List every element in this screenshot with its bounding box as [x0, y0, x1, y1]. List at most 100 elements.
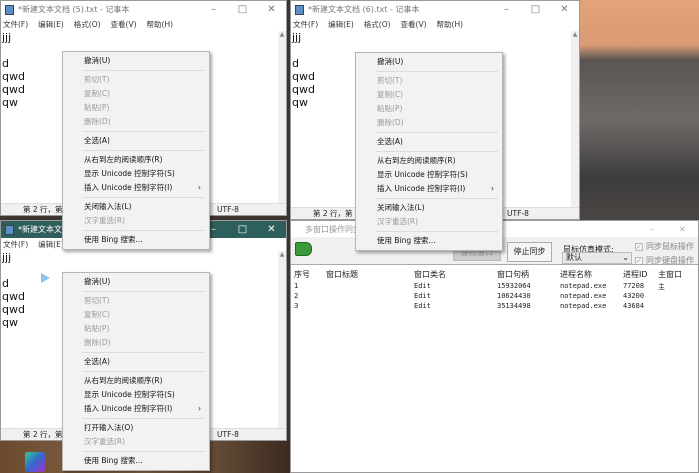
menu-help[interactable]: 帮助(H)	[147, 19, 174, 30]
menu-separator	[82, 352, 205, 353]
menu-item[interactable]: 从右到左的阅读顺序(R)	[63, 374, 209, 388]
menu-item[interactable]: 显示 Unicode 控制字符(S)	[63, 167, 209, 181]
menu-item[interactable]: 从右到左的阅读顺序(R)	[63, 153, 209, 167]
menu-item-label: 显示 Unicode 控制字符(S)	[84, 169, 175, 178]
menu-separator	[82, 150, 205, 151]
menu-item[interactable]: 剪切(T)	[63, 294, 209, 308]
mode-select[interactable]: 默认 ⌄	[562, 252, 632, 264]
menu-item[interactable]: 复制(C)	[63, 308, 209, 322]
menu-item[interactable]: 汉字重选(R)	[63, 435, 209, 449]
menu-item-label: 删除(D)	[84, 117, 111, 126]
menu-item-label: 复制(C)	[84, 310, 111, 319]
menu-item[interactable]: 全选(A)	[63, 134, 209, 148]
menu-item-label: 粘贴(P)	[84, 324, 110, 333]
menu-edit[interactable]: 编辑(E)	[328, 19, 354, 30]
menu-item[interactable]: 汉字重选(R)	[63, 214, 209, 228]
menu-item[interactable]: 插入 Unicode 控制字符(I) ›	[63, 181, 209, 195]
minimize-icon[interactable]: –	[199, 4, 228, 15]
table-cell: Edit	[414, 292, 431, 300]
stop-sync-button[interactable]: 停止同步	[507, 242, 552, 262]
menu-view[interactable]: 查看(V)	[401, 19, 427, 30]
title-bar[interactable]: *新建文本文档 (6).txt - 记事本 – □ ✕	[291, 1, 579, 18]
encoding: UTF-8	[507, 209, 529, 218]
window-title: *新建文本文档 (6).txt - 记事本	[308, 5, 420, 14]
table-row[interactable]: 2 Edit 10624430 notepad.exe 43200	[291, 292, 698, 302]
minimize-icon[interactable]: –	[492, 4, 521, 15]
menu-item[interactable]: 删除(D)	[63, 336, 209, 350]
menu-item[interactable]: 打开输入法(O)	[63, 421, 209, 435]
column-header[interactable]: 窗口句柄	[497, 269, 529, 280]
menu-item[interactable]: 撤消(U)	[356, 55, 502, 69]
menu-item[interactable]: 显示 Unicode 控制字符(S)	[356, 168, 502, 182]
menu-item[interactable]: 使用 Bing 搜索...	[63, 454, 209, 468]
column-header[interactable]: 主窗口	[658, 269, 682, 280]
menu-item[interactable]: 粘贴(P)	[63, 322, 209, 336]
vertical-scrollbar[interactable]: ▲	[278, 31, 286, 203]
menu-item-label: 插入 Unicode 控制字符(I)	[84, 183, 173, 192]
table-row[interactable]: 1 Edit 15932064 notepad.exe 77208 主	[291, 282, 698, 292]
menu-item[interactable]: 从右到左的阅读顺序(R)	[356, 154, 502, 168]
menu-item[interactable]: 粘贴(P)	[63, 101, 209, 115]
menu-item[interactable]: 汉字重选(R)	[356, 215, 502, 229]
menu-item[interactable]: 删除(D)	[356, 116, 502, 130]
menu-item[interactable]: 复制(C)	[356, 88, 502, 102]
column-header[interactable]: 序号	[294, 269, 310, 280]
maximize-icon[interactable]: □	[228, 4, 257, 15]
desktop-app-icon[interactable]	[25, 452, 45, 472]
window-title: *新建文本文档 (5).txt - 记事本	[18, 5, 130, 14]
menu-item[interactable]: 删除(D)	[63, 115, 209, 129]
menu-item[interactable]: 插入 Unicode 控制字符(I) ›	[356, 182, 502, 196]
close-icon[interactable]: ✕	[550, 4, 579, 15]
menu-item[interactable]: 插入 Unicode 控制字符(I) ›	[63, 402, 209, 416]
close-icon[interactable]: ✕	[257, 224, 286, 235]
menu-item-label: 汉字重选(R)	[377, 217, 419, 226]
menu-item[interactable]: 全选(A)	[63, 355, 209, 369]
menu-view[interactable]: 查看(V)	[111, 19, 137, 30]
menu-separator	[82, 70, 205, 71]
title-bar[interactable]: *新建文本文档 (5).txt - 记事本 –□✕	[1, 1, 286, 18]
menu-item[interactable]: 剪切(T)	[356, 74, 502, 88]
column-header[interactable]: 窗口标题	[326, 269, 358, 280]
column-header[interactable]: 进程名称	[560, 269, 592, 280]
menu-format[interactable]: 格式(O)	[364, 19, 391, 30]
menu-format[interactable]: 格式(O)	[74, 19, 101, 30]
menu-item-label: 全选(A)	[84, 357, 110, 366]
menu-item[interactable]: 剪切(T)	[63, 73, 209, 87]
menu-item[interactable]: 撤消(U)	[63, 275, 209, 289]
menu-item-label: 撤消(U)	[84, 56, 111, 65]
vertical-scrollbar[interactable]: ▲	[571, 31, 579, 207]
close-icon[interactable]: ✕	[257, 4, 286, 15]
menu-item[interactable]: 复制(C)	[63, 87, 209, 101]
maximize-icon[interactable]: □	[521, 4, 550, 15]
menu-item[interactable]: 使用 Bing 搜索...	[356, 234, 502, 248]
menu-item[interactable]: 关闭输入法(L)	[63, 200, 209, 214]
menu-file[interactable]: 文件(F)	[3, 239, 28, 250]
column-header[interactable]: 窗口类名	[414, 269, 446, 280]
tag-icon[interactable]	[295, 242, 312, 256]
menu-item[interactable]: 显示 Unicode 控制字符(S)	[63, 388, 209, 402]
menu-separator	[82, 291, 205, 292]
table-row[interactable]: 3 Edit 35134498 notepad.exe 43684	[291, 302, 698, 312]
menu-edit[interactable]: 编辑(E)	[38, 239, 64, 250]
menu-item[interactable]: 使用 Bing 搜索...	[63, 233, 209, 247]
menu-item[interactable]: 粘贴(P)	[356, 102, 502, 116]
sync-mouse-checkbox[interactable]: ✓ 同步鼠标操作	[635, 241, 694, 252]
menu-help[interactable]: 帮助(H)	[437, 19, 464, 30]
context-menu: 撤消(U) 剪切(T) 复制(C) 粘贴(P) 删除(D) 全选(A) 从右到左的阅读顺序(…	[355, 52, 503, 251]
menu-bar: 文件(F) 编辑(E) 格式(O) 查看(V) 帮助(H)	[291, 18, 579, 31]
text-line: jjj	[2, 31, 12, 44]
menu-item[interactable]: 关闭输入法(L)	[356, 201, 502, 215]
close-icon[interactable]: ✕	[679, 225, 686, 234]
column-header[interactable]: 进程ID	[623, 269, 648, 280]
vertical-scrollbar[interactable]: ▲	[278, 251, 286, 428]
menu-item-label: 撤消(U)	[377, 57, 404, 66]
table-cell: 43684	[623, 302, 645, 310]
menu-file[interactable]: 文件(F)	[3, 19, 28, 30]
menu-item[interactable]: 全选(A)	[356, 135, 502, 149]
maximize-icon[interactable]: □	[228, 224, 257, 235]
menu-edit[interactable]: 编辑(E)	[38, 19, 64, 30]
minimize-icon[interactable]: –	[650, 225, 654, 234]
menu-file[interactable]: 文件(F)	[293, 19, 318, 30]
cursor-position: 第 2 行，第	[23, 430, 63, 439]
menu-item[interactable]: 撤消(U)	[63, 54, 209, 68]
